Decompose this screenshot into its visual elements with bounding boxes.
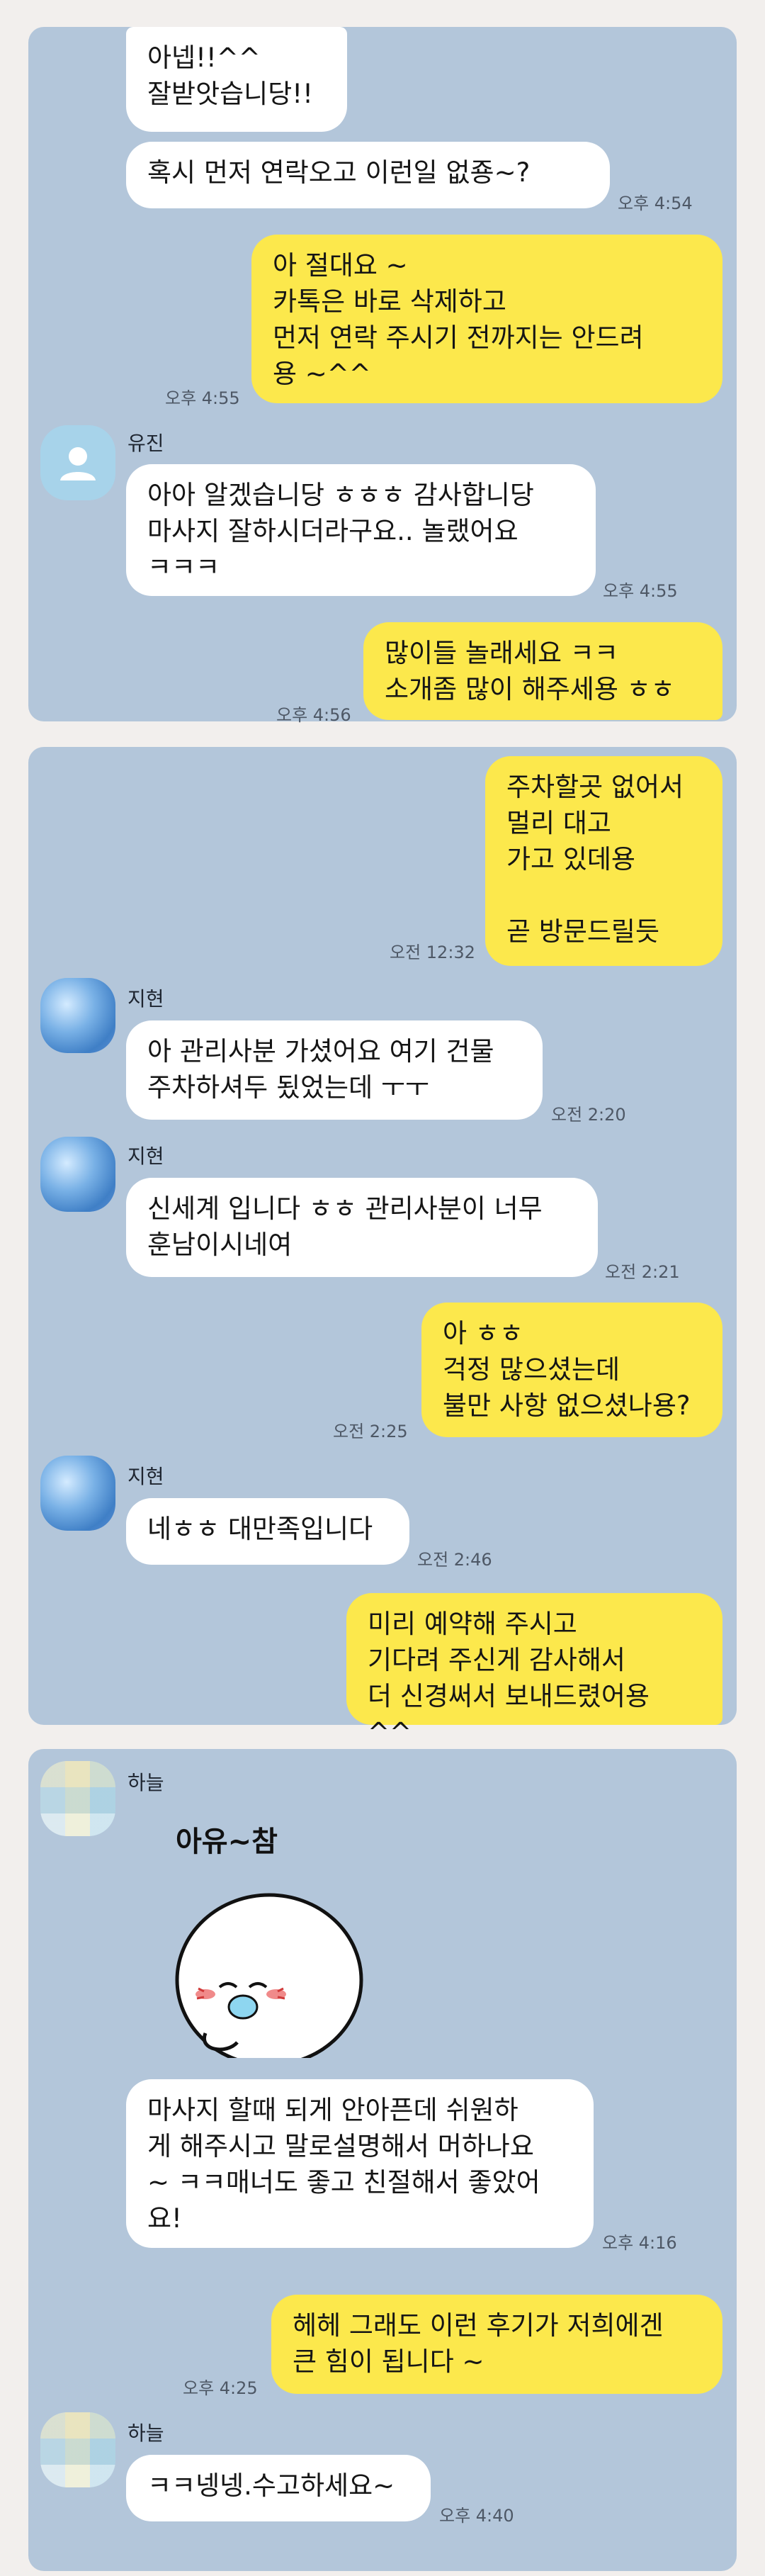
sender-name: 유진 xyxy=(128,432,164,455)
sticker-caption: 아유~참 xyxy=(176,1826,278,1858)
avatar[interactable] xyxy=(40,425,115,500)
avatar[interactable] xyxy=(40,1761,115,1836)
message-bubble: 미리 예약해 주시고 기다려 주신게 감사해서 더 신경써서 보내드렸어용 ^^ xyxy=(346,1593,722,1748)
sticker[interactable]: 아유~참 xyxy=(163,1817,375,2067)
sender-name: 지현 xyxy=(128,1465,164,1488)
message-bubble: 주차할곳 없어서 멀리 대고 가고 있데용 곧 방문드릴듯 xyxy=(485,756,722,966)
avatar[interactable] xyxy=(40,1456,115,1531)
message-bubble: 신세계 입니다 ㅎㅎ 관리사분이 너무 훈남이시네여 xyxy=(126,1178,598,1277)
message-time: 오전 2:46 xyxy=(417,1550,492,1570)
message-time: 오후 4:16 xyxy=(602,2233,677,2253)
message-time: 오후 4:40 xyxy=(439,2506,514,2526)
message-time: 오후 4:55 xyxy=(165,388,240,408)
sender-name: 하늘 xyxy=(128,2422,164,2445)
message-bubble: 마사지 할때 되게 안아픈데 쉬원하 게 해주시고 말로설명해서 머하나요 ~ … xyxy=(126,2079,594,2248)
person-icon xyxy=(60,447,96,480)
message-bubble: 혹시 먼저 연락오고 이런일 없죵~? xyxy=(126,142,610,208)
message-bubble: 아 절대요 ~ 카톡은 바로 삭제하고 먼저 연락 주시기 전까지는 안드려 용… xyxy=(251,235,722,403)
message-time: 오전 2:21 xyxy=(605,1262,680,1282)
message-bubble: 많이들 놀래세요 ㅋㅋ 소개좀 많이 해주세용 ㅎㅎ xyxy=(363,622,722,720)
sender-name: 지현 xyxy=(128,987,164,1011)
blushing-face-sticker-icon: 아유~참 xyxy=(175,1826,363,2067)
sender-name: 지현 xyxy=(128,1144,164,1168)
chat-panel-2: 주차할곳 없어서 멀리 대고 가고 있데용 곧 방문드릴듯 오전 12:32 지… xyxy=(28,747,737,1748)
chat-panel-1: 아넵!!^^ 잘받앗습니당!! 혹시 먼저 연락오고 이런일 없죵~? 오후 4… xyxy=(28,27,737,725)
sender-name: 하늘 xyxy=(128,1771,164,1794)
message-time: 오전 12:32 xyxy=(390,943,475,962)
chat-panel-3: 하늘 아유~참 마사지 할때 되게 안아픈데 쉬원하 게 해주시고 말로설명해서… xyxy=(28,1749,737,2571)
message-time: 오후 4:56 xyxy=(276,705,351,725)
message-bubble: 헤헤 그래도 이런 후기가 저희에겐 큰 힘이 됩니다 ~ xyxy=(271,2295,722,2394)
message-time: 오후 4:25 xyxy=(183,2378,258,2398)
avatar[interactable] xyxy=(40,978,115,1053)
message-time: 오전 2:25 xyxy=(333,1422,408,1441)
message-time: 오후 4:54 xyxy=(618,193,693,213)
message-bubble: 아 ㅎㅎ 걱정 많으셨는데 불만 사항 없으셨나용? xyxy=(421,1303,722,1437)
message-time: 오전 2:20 xyxy=(551,1105,626,1125)
message-bubble: 네ㅎㅎ 대만족입니다 xyxy=(126,1498,409,1565)
avatar[interactable] xyxy=(40,1137,115,1212)
message-bubble: 아아 알겠습니당 ㅎㅎㅎ 감사합니당 마사지 잘하시더라구요.. 놀랬어요 ㅋㅋ… xyxy=(126,464,596,596)
avatar[interactable] xyxy=(40,2412,115,2487)
message-bubble: 아 관리사분 가셨어요 여기 건물 주차하셔두 됬었는데 ㅜㅜ xyxy=(126,1020,543,1120)
message-bubble: ㅋㅋ넹넹.수고하세요~ xyxy=(126,2455,431,2521)
message-bubble: 아넵!!^^ 잘받앗습니당!! xyxy=(126,27,347,132)
message-time: 오후 4:55 xyxy=(603,581,678,601)
